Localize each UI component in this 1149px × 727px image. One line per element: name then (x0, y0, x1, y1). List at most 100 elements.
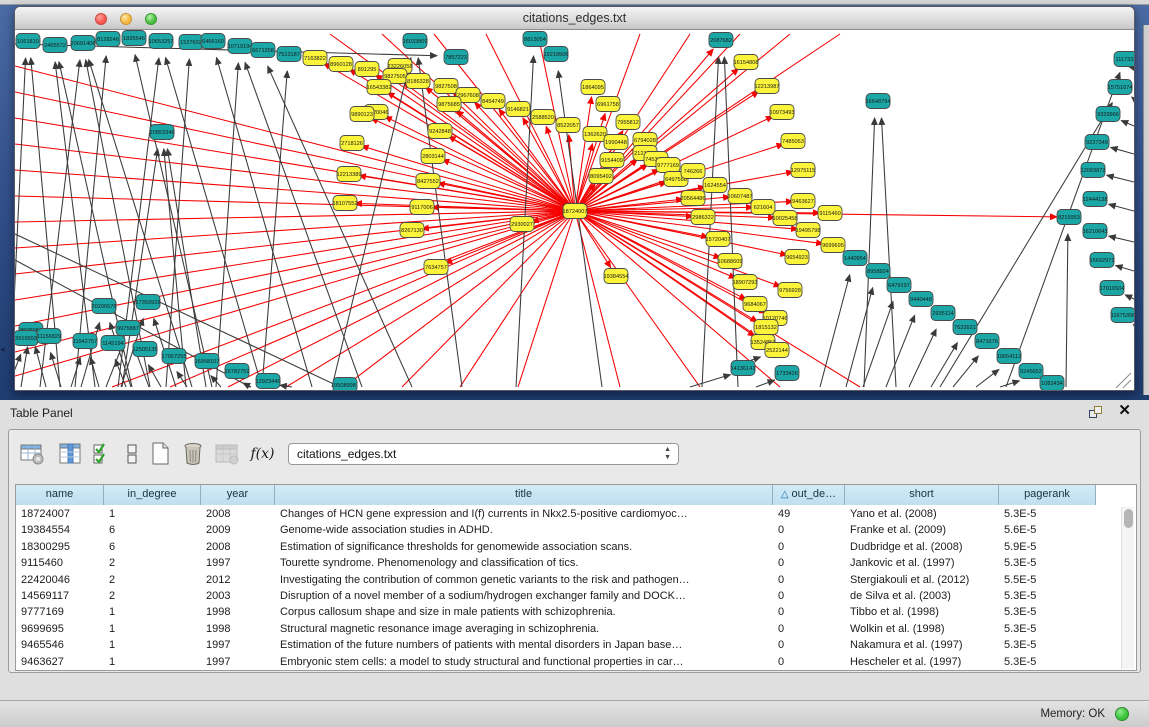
graph-node[interactable]: 2087682 (709, 33, 733, 48)
graph-node[interactable]: 9508998 (333, 378, 357, 391)
table-row[interactable]: 1938455462009Genome-wide association stu… (16, 522, 1096, 538)
graph-node[interactable]: 16648794 (866, 94, 891, 109)
graph-node[interactable]: 12213389 (337, 167, 362, 182)
cell-name[interactable]: 9463627 (16, 654, 104, 670)
graph-node[interactable]: 746266 (681, 164, 705, 179)
select-all-icon[interactable] (89, 440, 116, 467)
graph-node[interactable]: 10607487 (728, 189, 753, 204)
cell-title[interactable]: Investigating the contribution of common… (275, 572, 773, 588)
graph-node[interactable]: 10653257 (149, 34, 174, 49)
column-header-year[interactable]: year (201, 485, 275, 505)
graph-node[interactable]: 11675306 (1111, 308, 1134, 323)
table-row[interactable]: 1830029562008Estimation of significance … (16, 539, 1096, 555)
cell-short[interactable]: Dudbridge et al. (2008) (845, 539, 999, 555)
graph-node[interactable]: 1733426 (775, 366, 799, 381)
graph-node[interactable]: 10025458 (773, 211, 798, 226)
table-row[interactable]: 1872400712008Changes of HCN gene express… (16, 506, 1096, 522)
graph-node[interactable]: 8960128 (329, 57, 353, 72)
graph-node[interactable]: 9440448 (909, 292, 933, 307)
cell-pagerank[interactable]: 5.3E-5 (999, 604, 1096, 620)
cell-name[interactable]: 18724007 (16, 506, 104, 522)
network-table-selector[interactable]: citations_edges.txt ▲▼ (288, 443, 679, 465)
graph-node[interactable]: 1527602 (179, 35, 203, 50)
cell-short[interactable]: Stergiakouli et al. (2012) (845, 572, 999, 588)
cell-out_de[interactable]: 0 (773, 522, 845, 538)
graph-node[interactable]: 1835546 (122, 31, 146, 46)
graph-node[interactable]: 17016504 (1100, 281, 1125, 296)
show-columns-icon[interactable] (57, 440, 84, 467)
function-builder-icon[interactable]: f(x) (249, 440, 276, 467)
graph-node[interactable]: 9684067 (743, 297, 767, 312)
cell-year[interactable]: 1997 (201, 637, 275, 653)
graph-node[interactable]: 16210643 (1083, 224, 1108, 239)
graph-node[interactable]: 1082434 (1040, 376, 1064, 391)
cell-title[interactable]: Structural magnetic resonance image aver… (275, 621, 773, 637)
graph-node[interactable]: 6479197 (887, 278, 911, 293)
graph-node[interactable]: 621604 (751, 200, 775, 215)
graph-node[interactable]: 9975887 (116, 321, 140, 336)
graph-node[interactable]: 20853346 (150, 125, 175, 140)
cell-short[interactable]: Yano et al. (2008) (845, 506, 999, 522)
graph-node[interactable]: 1145194 (101, 336, 125, 351)
graph-node[interactable]: 20564486 (681, 191, 706, 206)
table-row[interactable]: 2242004622012Investigating the contribut… (16, 572, 1096, 588)
cell-out_de[interactable]: 0 (773, 637, 845, 653)
graph-node[interactable]: 12444138 (1083, 192, 1108, 207)
graph-node[interactable]: 18107552 (333, 196, 358, 211)
cell-name[interactable]: 19384554 (16, 522, 104, 538)
cell-in_degree[interactable]: 1 (104, 621, 201, 637)
graph-node[interactable]: 8095492 (589, 169, 613, 184)
cell-name[interactable]: 22420046 (16, 572, 104, 588)
cell-in_degree[interactable]: 2 (104, 572, 201, 588)
graph-node[interactable]: 2588520 (531, 110, 555, 125)
graph-node[interactable]: 1990448 (604, 135, 628, 150)
cell-in_degree[interactable]: 6 (104, 522, 201, 538)
delete-column-icon[interactable] (179, 440, 206, 467)
graph-node[interactable]: 8128246 (96, 32, 120, 47)
graph-node[interactable]: 8958924 (866, 264, 890, 279)
cell-year[interactable]: 1998 (201, 621, 275, 637)
cell-name[interactable]: 14569117 (16, 588, 104, 604)
close-icon[interactable]: ✕ (1118, 403, 1131, 419)
cell-short[interactable]: Tibbo et al. (1998) (845, 604, 999, 620)
graph-node[interactable]: 9146821 (506, 102, 530, 117)
graph-node[interactable]: 16782759 (225, 364, 250, 379)
cell-in_degree[interactable]: 1 (104, 506, 201, 522)
graph-node[interactable]: 2986322 (691, 210, 715, 225)
graph-node[interactable]: 8471676 (975, 334, 999, 349)
table-row[interactable]: 969969511998Structural magnetic resonanc… (16, 621, 1096, 637)
cell-title[interactable]: Genome-wide association studies in ADHD. (275, 522, 773, 538)
cell-short[interactable]: Jankovic et al. (1997) (845, 555, 999, 571)
graph-node[interactable]: 20691406 (71, 36, 96, 51)
cell-in_degree[interactable]: 2 (104, 588, 201, 604)
graph-node[interactable]: 8427552 (416, 174, 440, 189)
graph-node[interactable]: 7634757 (424, 260, 448, 275)
graph-node[interactable]: 1624554 (703, 178, 727, 193)
cell-pagerank[interactable]: 5.3E-5 (999, 588, 1096, 604)
cell-out_de[interactable]: 49 (773, 506, 845, 522)
window-titlebar[interactable]: citations_edges.txt (15, 7, 1134, 30)
west-panel-collapse-icon[interactable]: ◂ (0, 345, 5, 354)
graph-node[interactable]: 12093872 (1081, 163, 1106, 178)
graph-node[interactable]: 16543382 (367, 80, 392, 95)
table-row[interactable]: 1456911722003Disruption of a novel membe… (16, 588, 1096, 604)
cell-name[interactable]: 9699695 (16, 621, 104, 637)
graph-node[interactable]: 8454749 (481, 94, 505, 109)
graph-node[interactable]: 16154808 (734, 55, 759, 70)
graph-node[interactable]: 10719194 (228, 39, 253, 54)
cell-name[interactable]: 9465546 (16, 637, 104, 653)
column-header-pagerank[interactable]: pagerank (999, 485, 1096, 505)
cell-year[interactable]: 2008 (201, 506, 275, 522)
cell-out_de[interactable]: 0 (773, 588, 845, 604)
cell-name[interactable]: 18300295 (16, 539, 104, 555)
graph-node[interactable]: 20206576 (92, 299, 117, 314)
cell-title[interactable]: Estimation of the future numbers of pati… (275, 637, 773, 653)
graph-node[interactable]: 9463627 (791, 194, 815, 209)
graph-node[interactable]: 1864095 (581, 80, 605, 95)
cell-out_de[interactable]: 0 (773, 539, 845, 555)
graph-node[interactable]: 2930027 (510, 217, 534, 232)
column-header-name[interactable]: name (16, 485, 104, 505)
graph-node[interactable]: 9117006 (410, 200, 434, 215)
network-canvas[interactable]: 1061810240557220691406812824618355461065… (15, 30, 1134, 390)
cell-out_de[interactable]: 0 (773, 572, 845, 588)
